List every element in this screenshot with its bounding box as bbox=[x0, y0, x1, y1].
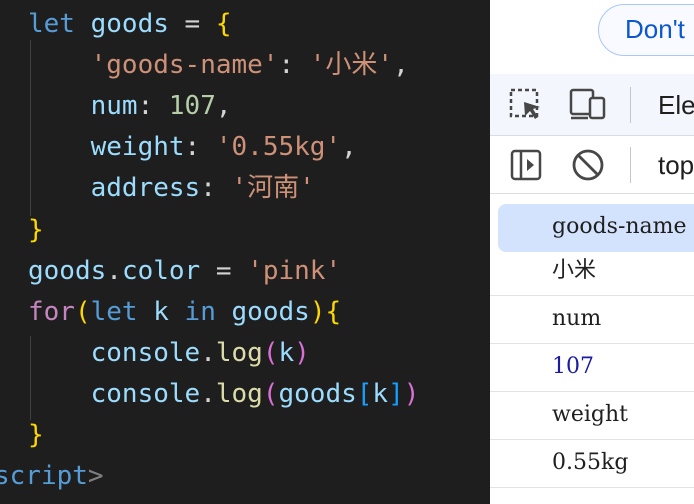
code-token: color bbox=[121, 256, 201, 286]
devtools-main-toolbar: Ele bbox=[490, 74, 694, 136]
code-line: weight: '0.55kg', bbox=[28, 127, 357, 168]
code-token: '河南' bbox=[231, 173, 315, 203]
code-token: in bbox=[168, 297, 232, 327]
code-token: ( bbox=[262, 379, 279, 409]
sidebar-toggle-icon[interactable] bbox=[508, 147, 544, 183]
console-log-text: weight bbox=[552, 402, 628, 427]
code-token: 'pink' bbox=[247, 256, 342, 286]
code-token: , bbox=[393, 50, 409, 80]
code-token: = bbox=[168, 9, 216, 39]
code-token: = bbox=[200, 256, 248, 286]
clear-console-icon[interactable] bbox=[570, 147, 606, 183]
console-log-row[interactable]: goods-name bbox=[498, 204, 694, 252]
code-token: num bbox=[90, 91, 138, 121]
code-token: goods bbox=[28, 256, 107, 286]
code-token: console bbox=[90, 379, 201, 409]
code-line: 'goods-name': '小米', bbox=[28, 45, 409, 86]
console-log-text: goods-name bbox=[552, 214, 687, 239]
code-token: . bbox=[200, 338, 216, 368]
code-token: : bbox=[200, 173, 232, 203]
code-token: : bbox=[278, 50, 310, 80]
code-token: script bbox=[0, 461, 88, 491]
tab-elements[interactable]: Ele bbox=[658, 90, 694, 121]
code-token: k bbox=[372, 379, 389, 409]
console-log-row[interactable]: 107 bbox=[490, 344, 694, 392]
code-token: '小米' bbox=[309, 50, 394, 80]
code-line: script> bbox=[0, 456, 104, 497]
console-log-row[interactable]: 小米 bbox=[490, 248, 694, 296]
code-token: for bbox=[28, 297, 75, 327]
console-log-row[interactable]: 0.55kg bbox=[490, 440, 694, 488]
code-token: { bbox=[215, 9, 232, 39]
code-line: goods.color = 'pink' bbox=[28, 251, 341, 292]
code-line: address: '河南' bbox=[28, 168, 315, 209]
code-token: { bbox=[325, 297, 342, 327]
code-line: console.log(k) bbox=[28, 333, 310, 374]
code-token: goods bbox=[90, 9, 169, 39]
console-log-text: num bbox=[552, 306, 602, 331]
code-line: console.log(goods[k]) bbox=[28, 374, 420, 415]
inspect-element-icon[interactable] bbox=[508, 87, 544, 123]
devtools-banner: Don't bbox=[490, 0, 694, 74]
console-log-row[interactable]: num bbox=[490, 296, 694, 344]
code-token: ( bbox=[74, 297, 91, 327]
toolbar-separator bbox=[630, 147, 631, 183]
code-line: num: 107, bbox=[28, 86, 232, 127]
console-output: goods-name 小米 num 107 weight 0.55kg bbox=[490, 194, 694, 504]
code-token: address bbox=[90, 173, 201, 203]
context-selector[interactable]: top bbox=[658, 150, 694, 181]
code-token: log bbox=[215, 379, 263, 409]
code-editor[interactable]: let goods = { 'goods-name': '小米', num: 1… bbox=[0, 0, 490, 504]
code-token: console bbox=[90, 338, 201, 368]
code-token: weight bbox=[90, 132, 185, 162]
code-token: '0.55kg' bbox=[215, 132, 342, 162]
code-token: goods bbox=[231, 297, 310, 327]
code-token: let bbox=[90, 297, 154, 327]
console-log-text: 0.55kg bbox=[552, 450, 629, 475]
code-token: , bbox=[341, 132, 357, 162]
code-token: k bbox=[153, 297, 169, 327]
code-token: let bbox=[28, 9, 91, 39]
code-line: } bbox=[28, 415, 44, 456]
device-toolbar-icon[interactable] bbox=[568, 86, 608, 122]
code-line: let goods = { bbox=[28, 4, 232, 45]
code-token: . bbox=[106, 256, 122, 286]
console-log-row[interactable]: weight bbox=[490, 392, 694, 440]
code-line: } bbox=[28, 210, 44, 251]
console-toolbar: top bbox=[490, 136, 694, 194]
console-log-text: 小米 bbox=[552, 258, 597, 283]
code-token: k bbox=[278, 338, 295, 368]
code-token: 'goods-name' bbox=[90, 50, 279, 80]
code-token: 107 bbox=[168, 91, 216, 121]
code-line: for(let k in goods){ bbox=[28, 292, 341, 333]
code-token: goods bbox=[278, 379, 357, 409]
code-token: } bbox=[28, 215, 44, 245]
code-token: ) bbox=[403, 379, 420, 409]
code-token: } bbox=[28, 420, 44, 450]
code-token: , bbox=[215, 91, 232, 121]
code-token: > bbox=[87, 461, 104, 491]
code-token: ] bbox=[388, 379, 404, 409]
console-log-text: 107 bbox=[552, 354, 594, 379]
code-token: [ bbox=[356, 379, 373, 409]
code-token: : bbox=[184, 132, 216, 162]
code-token: : bbox=[137, 91, 169, 121]
code-token: log bbox=[215, 338, 263, 368]
code-token: ( bbox=[262, 338, 279, 368]
code-token: ) bbox=[309, 297, 326, 327]
code-token: . bbox=[200, 379, 216, 409]
code-token: ) bbox=[294, 338, 310, 368]
toolbar-separator bbox=[630, 87, 631, 123]
dont-show-again-button[interactable]: Don't bbox=[598, 4, 694, 56]
devtools-panel: Don't Ele top goods-name 小米 num 107 weight 0.… bbox=[490, 0, 694, 504]
